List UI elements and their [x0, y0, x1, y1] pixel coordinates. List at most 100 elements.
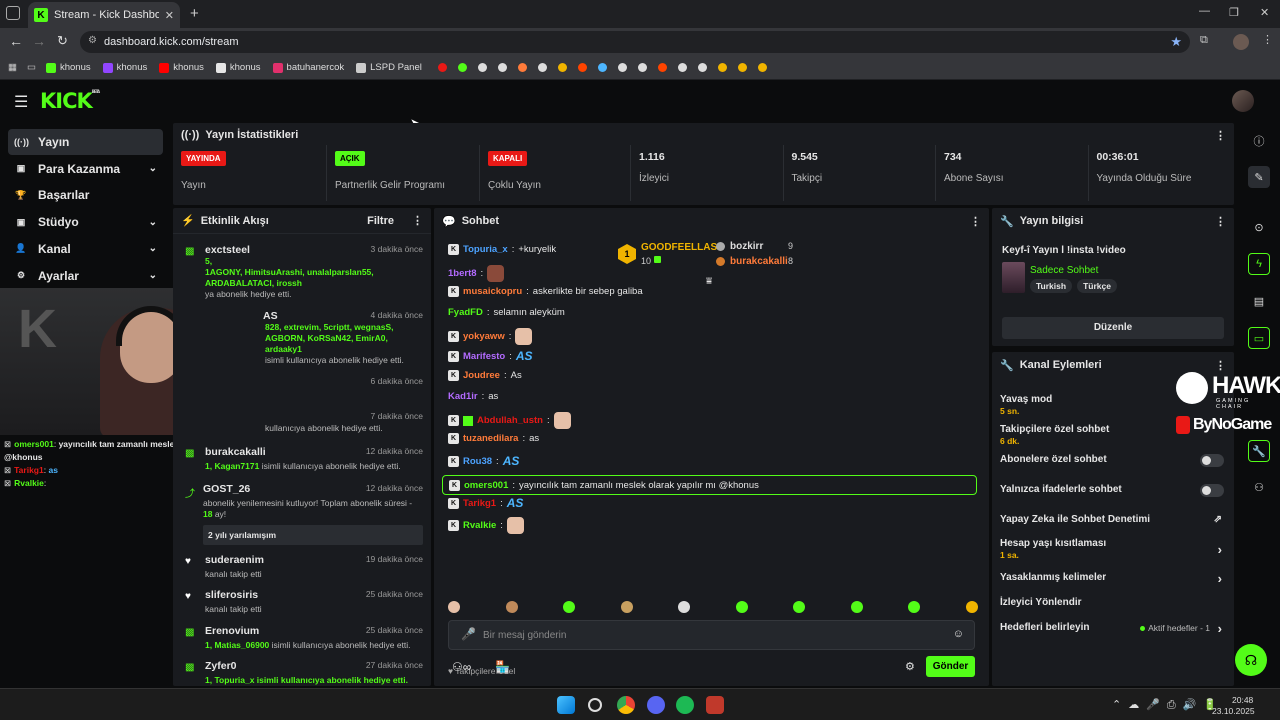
- stream-tag[interactable]: Türkçe: [1077, 279, 1117, 293]
- sidebar-item-3[interactable]: ▣ Stüdyo ⌄: [8, 209, 163, 235]
- chat-message[interactable]: K Topuria_x: +kuryelik: [448, 244, 556, 255]
- url-field[interactable]: ⚙ dashboard.kick.com/stream ★: [80, 31, 1190, 53]
- hamburger-menu-icon[interactable]: ☰: [14, 92, 28, 112]
- chat-message[interactable]: Komers001: yayıncılık tam zamanlı meslek…: [442, 475, 977, 495]
- channel-action-row[interactable]: Yasaklanmış kelimeler ›: [1000, 571, 1224, 586]
- bookmark-shortcut-icon[interactable]: [497, 63, 507, 72]
- leader-2-name[interactable]: bozkirr: [730, 241, 763, 252]
- emote-icon[interactable]: [505, 601, 518, 613]
- sidebar-item-0[interactable]: ((·)) Yayın: [8, 129, 163, 155]
- emote-icon[interactable]: [563, 601, 576, 613]
- browser-tab[interactable]: K Stream - Kick Dashboard ✕: [28, 2, 180, 28]
- sidebar-item-4[interactable]: 👤 Kanal ⌄: [8, 236, 163, 262]
- filter-button[interactable]: Filtre: [367, 215, 394, 227]
- sidebar-item-5[interactable]: ⚙ Ayarlar ⌄: [8, 263, 163, 289]
- bookmark-shortcut-icon[interactable]: [577, 63, 587, 72]
- bookmark-shortcut-icon[interactable]: [597, 63, 607, 72]
- bookmark-item[interactable]: khonus: [159, 62, 204, 73]
- bookmark-shortcut-icon[interactable]: [557, 63, 567, 72]
- site-info-icon[interactable]: ⚙: [88, 35, 97, 46]
- emoji-picker-icon[interactable]: ☺: [953, 628, 964, 640]
- bookmark-star-icon[interactable]: ★: [1170, 34, 1182, 50]
- chat-message[interactable]: K Joudree: As: [448, 370, 522, 381]
- chat-username[interactable]: Kad1ir: [448, 391, 478, 402]
- tray-icons[interactable]: ⌃☁🎤⎙🔊🔋: [1112, 698, 1224, 712]
- bookmark-shortcut-icon[interactable]: [717, 63, 727, 72]
- bookmark-item[interactable]: khonus: [45, 62, 91, 73]
- app-icon[interactable]: [706, 696, 724, 714]
- clock-date[interactable]: 23.10.2025: [1212, 706, 1255, 716]
- channel-action-row[interactable]: Abonelere özel sohbet: [1000, 454, 1224, 467]
- chat-input[interactable]: 🎤 Bir mesaj gönderin ☺: [448, 620, 975, 650]
- toggle-switch[interactable]: [1200, 484, 1224, 497]
- tab-search-icon[interactable]: [6, 6, 20, 20]
- channel-action-row[interactable]: Hesap yaşı kısıtlaması 1 sa. ›: [1000, 538, 1224, 560]
- support-headset-icon[interactable]: ☊: [1235, 644, 1267, 676]
- users-icon[interactable]: ⚇∞: [452, 660, 471, 674]
- chat-message[interactable]: K Abdullah_ustn:: [448, 412, 571, 429]
- stats-menu-icon[interactable]: ⋮: [1215, 129, 1226, 142]
- chat-message[interactable]: K Rou38: AS: [448, 454, 519, 468]
- leaderboard-expand-icon[interactable]: ⩸: [706, 276, 712, 287]
- document-icon[interactable]: ▤: [1248, 290, 1270, 312]
- stat-status[interactable]: YAYINDA Yayın: [173, 145, 326, 201]
- stat-status[interactable]: AÇIK Partnerlik Gelir Programı: [326, 145, 479, 201]
- bookmark-shortcut-icon[interactable]: [657, 63, 667, 72]
- chat-settings-icon[interactable]: ⚙: [905, 660, 915, 673]
- stream-info-menu-icon[interactable]: ⋮: [1215, 215, 1226, 228]
- chat-message[interactable]: FyadFD: selamın aleyküm: [448, 307, 565, 318]
- window-close-icon[interactable]: ✕: [1260, 6, 1269, 19]
- chat-username[interactable]: Abdullah_ustn: [477, 415, 543, 426]
- leader-1-name[interactable]: GOODFEELLAS: [641, 242, 717, 253]
- folder-icon[interactable]: ▭: [27, 62, 36, 73]
- bookmark-shortcut-icon[interactable]: [477, 63, 487, 72]
- extensions-icon[interactable]: ⧉: [1200, 34, 1208, 47]
- chat-message[interactable]: Kmusaickopru: askerlikte bir sebep galib…: [448, 286, 643, 297]
- chat-message[interactable]: K Rvalkie:: [448, 517, 524, 534]
- windows-start-icon[interactable]: [557, 696, 575, 714]
- reload-icon[interactable]: ↻: [57, 33, 68, 49]
- toggle-switch[interactable]: [1200, 454, 1224, 467]
- channel-action-row[interactable]: İzleyici Yönlendir: [1000, 597, 1224, 608]
- chat-username[interactable]: yokyaww: [463, 331, 505, 342]
- bookmark-shortcut-icon[interactable]: [677, 63, 687, 72]
- bookmark-item[interactable]: khonus: [102, 62, 147, 73]
- bookmark-shortcut-icon[interactable]: [637, 63, 647, 72]
- menu-dots-icon[interactable]: ⋮: [1262, 33, 1273, 46]
- chat-message[interactable]: Kyokyaww:: [448, 328, 533, 345]
- info-icon[interactable]: ⓘ: [1248, 130, 1270, 152]
- leader-3-name[interactable]: burakcakalli: [730, 256, 788, 267]
- chat-username[interactable]: FyadFD: [448, 307, 483, 318]
- chat-username[interactable]: Rvalkie: [463, 520, 496, 531]
- wrench-rail-icon[interactable]: 🔧: [1248, 440, 1270, 462]
- capture-icon[interactable]: ⊙: [1248, 216, 1270, 238]
- emote-icon[interactable]: [620, 601, 633, 613]
- spotify-icon[interactable]: [676, 696, 694, 714]
- activity-menu-icon[interactable]: ⋮: [412, 214, 423, 227]
- category-name[interactable]: Sadece Sohbet: [1030, 265, 1098, 276]
- bookmark-shortcut-icon[interactable]: [457, 63, 467, 72]
- edit-stream-button[interactable]: Düzenle: [1002, 317, 1224, 339]
- stream-tag[interactable]: Turkish: [1030, 279, 1073, 293]
- channel-action-row[interactable]: Yapay Zeka ile Sohbet Denetimi ⇗: [1000, 514, 1224, 525]
- emote-icon[interactable]: [448, 601, 460, 613]
- bolt-icon[interactable]: ϟ: [1248, 253, 1270, 275]
- bookmark-shortcut-icon[interactable]: [697, 63, 707, 72]
- clock-time[interactable]: 20:48: [1232, 695, 1253, 705]
- sidebar-item-1[interactable]: ▣ Para Kazanma ⌄: [8, 156, 163, 182]
- bookmark-shortcut-icon[interactable]: [437, 63, 447, 72]
- bookmark-shortcut-icon[interactable]: [757, 63, 767, 72]
- forward-icon[interactable]: →: [32, 33, 46, 49]
- back-icon[interactable]: ←: [9, 33, 23, 49]
- chat-message[interactable]: Ktuzanedilara: as: [448, 433, 539, 444]
- chrome-icon[interactable]: [617, 696, 635, 714]
- new-tab-button[interactable]: +: [190, 5, 199, 22]
- users-rail-icon[interactable]: ⚇: [1248, 476, 1270, 498]
- channel-action-row[interactable]: Hedefleri belirleyin › Aktif hedefler - 1: [1000, 621, 1224, 636]
- bookmark-shortcut-icon[interactable]: [537, 63, 547, 72]
- kick-logo[interactable]: KICKBETA: [40, 89, 100, 113]
- chat-message[interactable]: 1bert8:: [448, 265, 505, 282]
- discord-icon[interactable]: [647, 696, 665, 714]
- pencil-icon[interactable]: ✎: [1248, 166, 1270, 188]
- user-avatar[interactable]: [1232, 90, 1254, 112]
